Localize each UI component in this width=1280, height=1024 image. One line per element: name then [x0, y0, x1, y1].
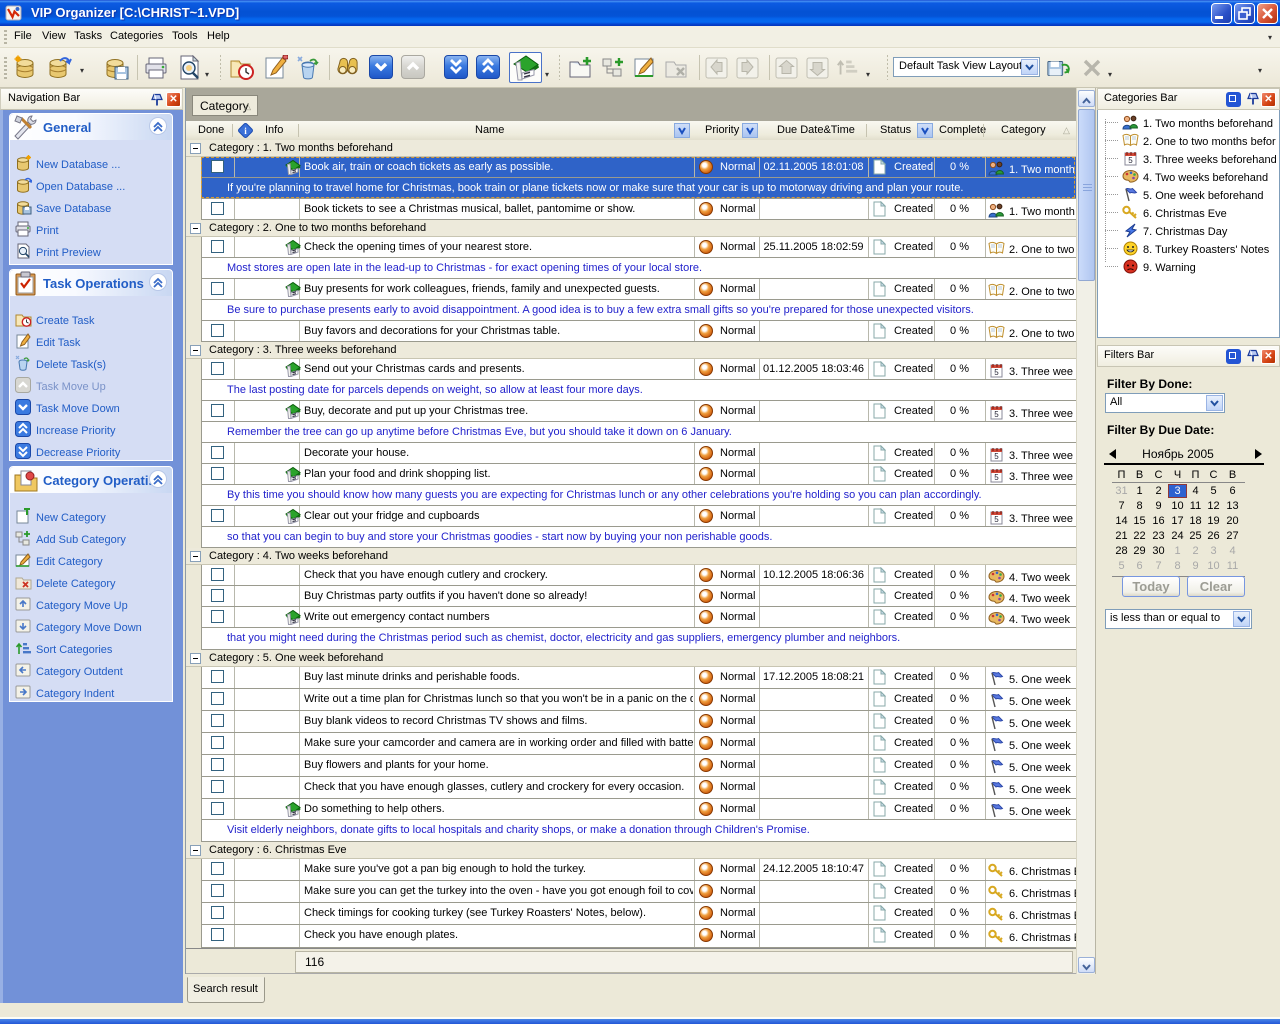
svg-text:5: 5 [994, 452, 999, 461]
svg-text:5: 5 [994, 410, 999, 419]
svg-text:5: 5 [994, 515, 999, 524]
svg-text:5: 5 [994, 473, 999, 482]
svg-text:5: 5 [1128, 156, 1133, 165]
svg-text:5: 5 [994, 368, 999, 377]
